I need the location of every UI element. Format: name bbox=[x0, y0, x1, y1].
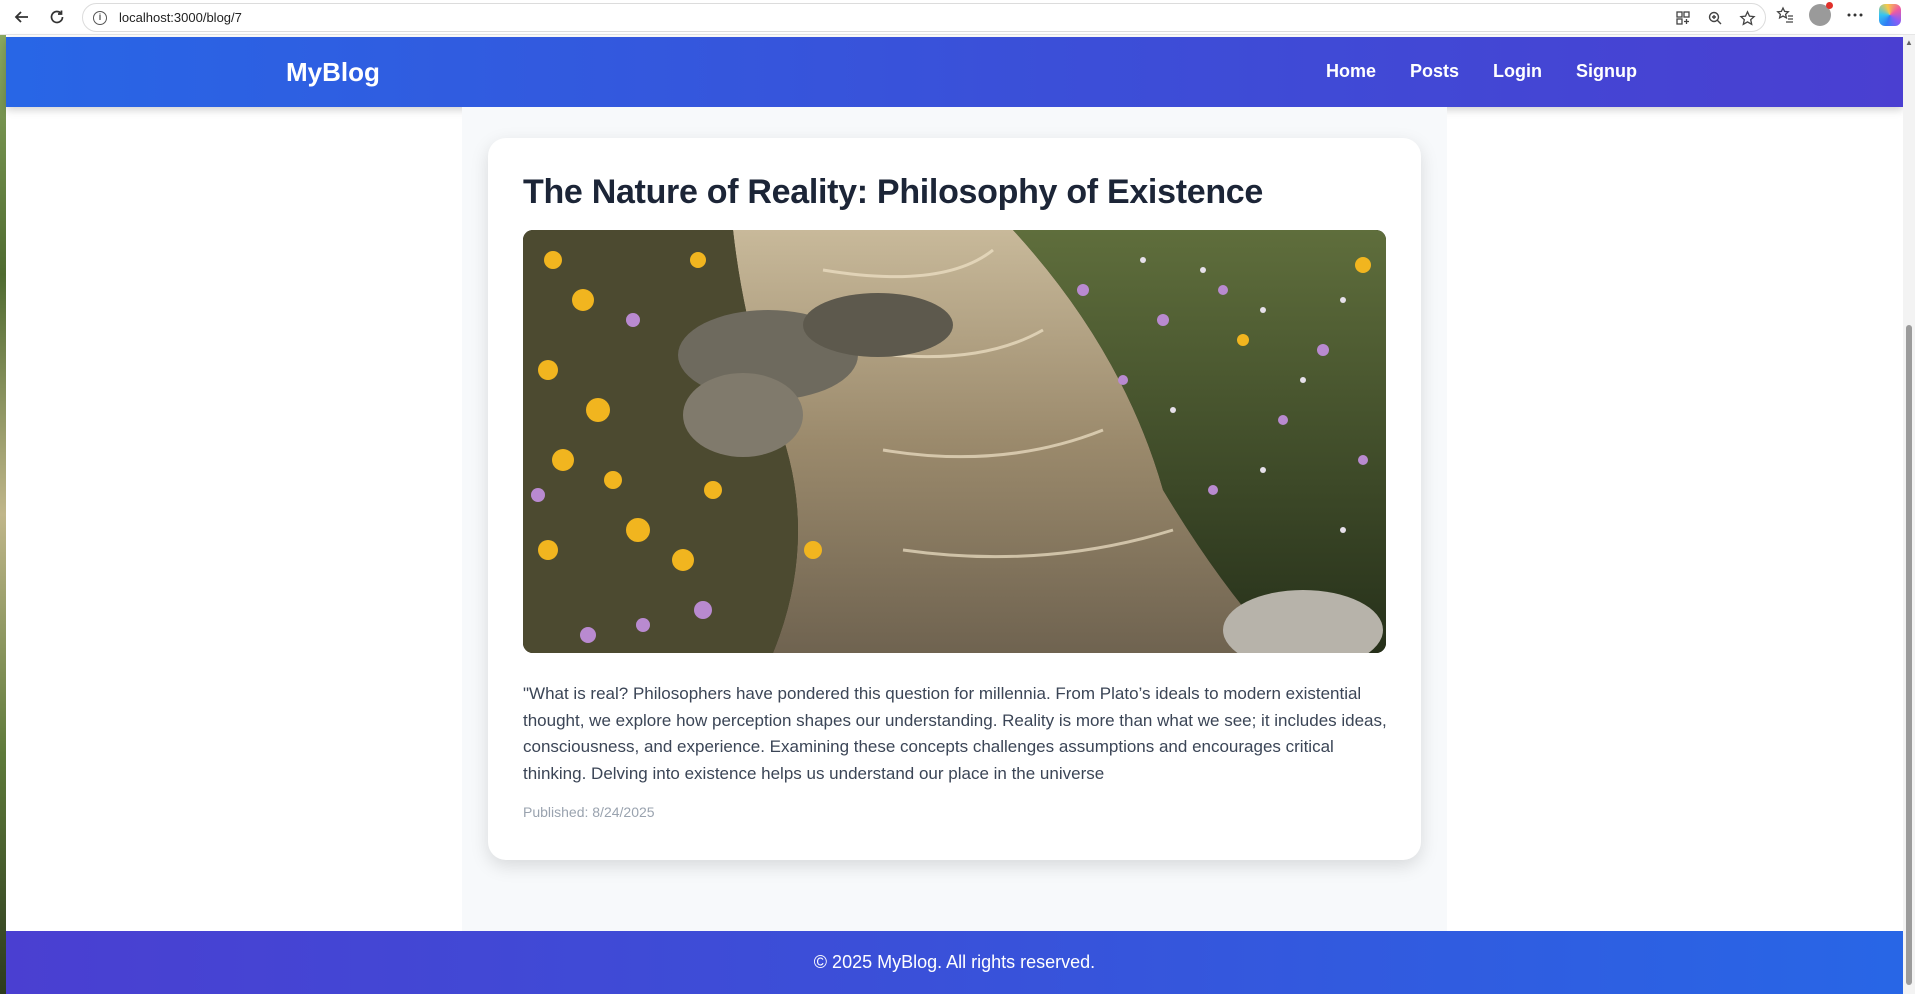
post-title: The Nature of Reality: Philosophy of Exi… bbox=[523, 173, 1264, 211]
browser-toolbar: i localhost:3000/blog/7 bbox=[0, 0, 1915, 35]
notification-dot bbox=[1826, 2, 1833, 9]
copilot-icon[interactable] bbox=[1879, 4, 1901, 26]
site-logo[interactable]: MyBlog bbox=[286, 57, 380, 88]
scroll-up-arrow-icon[interactable]: ▲ bbox=[1905, 38, 1913, 47]
more-menu-icon[interactable] bbox=[1845, 5, 1865, 25]
site-header: MyBlog Home Posts Login Signup bbox=[6, 37, 1903, 107]
post-card: The Nature of Reality: Philosophy of Exi… bbox=[488, 138, 1421, 860]
address-bar[interactable]: i localhost:3000/blog/7 bbox=[82, 3, 1766, 32]
site-footer: © 2025 MyBlog. All rights reserved. bbox=[6, 931, 1903, 994]
nav-home-link[interactable]: Home bbox=[1326, 61, 1376, 82]
profile-avatar[interactable] bbox=[1809, 2, 1833, 26]
nav-signup-link[interactable]: Signup bbox=[1576, 61, 1637, 82]
web-page: MyBlog Home Posts Login Signup The Natur… bbox=[6, 37, 1903, 994]
post-published-date: Published: 8/24/2025 bbox=[523, 804, 655, 820]
stream-illustration bbox=[523, 230, 1386, 653]
site-info-icon[interactable]: i bbox=[93, 10, 107, 25]
favorite-star-icon[interactable] bbox=[1737, 8, 1757, 28]
main-nav: Home Posts Login Signup bbox=[1326, 61, 1637, 82]
favorites-list-icon[interactable] bbox=[1775, 5, 1795, 25]
page-scrollbar[interactable]: ▲ bbox=[1903, 35, 1915, 994]
app-grid-icon[interactable] bbox=[1673, 8, 1693, 28]
nav-posts-link[interactable]: Posts bbox=[1410, 61, 1459, 82]
nav-login-link[interactable]: Login bbox=[1493, 61, 1542, 82]
back-arrow-icon[interactable] bbox=[10, 5, 34, 29]
post-body: "What is real? Philosophers have pondere… bbox=[523, 684, 1387, 783]
url-text[interactable]: localhost:3000/blog/7 bbox=[119, 10, 242, 25]
scroll-thumb[interactable] bbox=[1906, 325, 1912, 985]
post-hero-image bbox=[523, 230, 1386, 653]
footer-copyright: © 2025 MyBlog. All rights reserved. bbox=[813, 952, 1096, 972]
zoom-icon[interactable] bbox=[1705, 8, 1725, 28]
reload-icon[interactable] bbox=[45, 5, 69, 29]
